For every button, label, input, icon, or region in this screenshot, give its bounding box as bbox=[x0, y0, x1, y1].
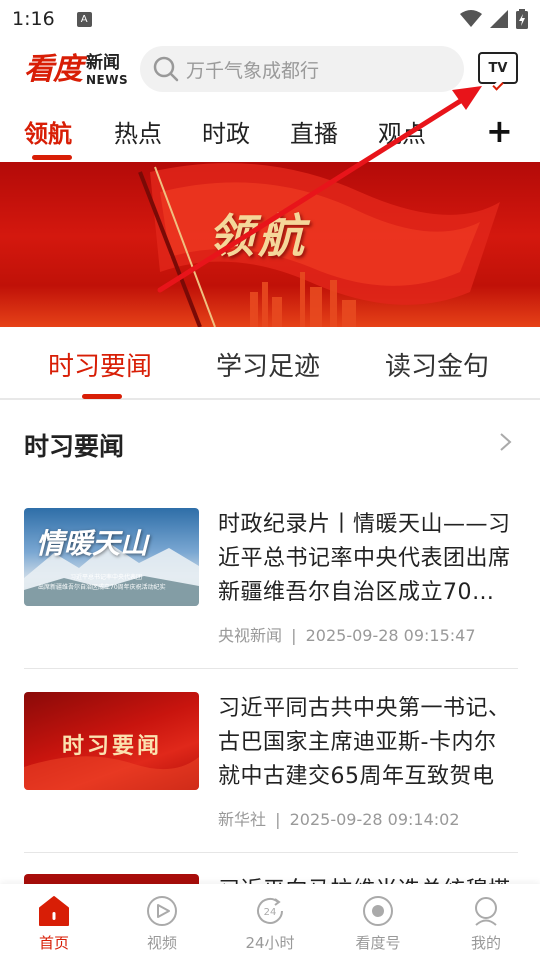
svg-text:24: 24 bbox=[264, 907, 277, 918]
search-icon bbox=[153, 56, 179, 82]
nav-label: 看度号 bbox=[355, 934, 401, 952]
logo-main-text: 看度 bbox=[24, 52, 83, 87]
sub-tab-shixi-yaowen[interactable]: 时习要闻 bbox=[48, 346, 152, 383]
channel-active-indicator bbox=[32, 155, 72, 160]
sub-tab-duxi-jinju[interactable]: 读习金句 bbox=[385, 346, 489, 383]
tab-fade bbox=[456, 108, 484, 160]
news-time: 2025-09-28 09:14:02 bbox=[289, 810, 460, 829]
thumb-title: 时习要闻 bbox=[62, 733, 163, 759]
sub-tab-active-indicator bbox=[82, 394, 122, 399]
section-title: 时习要闻 bbox=[24, 432, 125, 461]
home-icon bbox=[39, 896, 69, 926]
news-title: 时政纪录片丨情暖天山——习近平总书记率中央代表团出席新疆维吾尔自治区成立70… bbox=[218, 512, 511, 605]
nav-video[interactable]: 视频 bbox=[108, 884, 216, 960]
app-logo[interactable]: 看度 新闻 NEWS bbox=[24, 50, 132, 92]
nav-24h[interactable]: 24 24小时 bbox=[216, 884, 324, 960]
nav-label: 24小时 bbox=[245, 934, 295, 952]
tv-icon: TV bbox=[488, 60, 508, 76]
thumb-caption-1: 习近平总书记率中央代表团 bbox=[70, 574, 143, 581]
news-thumbnail: 情暖天山 习近平总书记率中央代表团 出席新疆维吾尔自治区成立70周年庆祝活动纪实 bbox=[24, 508, 199, 606]
profile-icon bbox=[475, 897, 497, 926]
video-icon bbox=[147, 896, 177, 926]
nav-home[interactable]: 首页 bbox=[0, 884, 108, 960]
status-bar: 1:16 A bbox=[0, 0, 540, 38]
app-header: 看度 新闻 NEWS 万千气象成都行 TV bbox=[0, 42, 540, 98]
wifi-icon bbox=[460, 10, 482, 27]
tv-notch-icon bbox=[492, 79, 504, 91]
meta-separator: | bbox=[275, 810, 281, 829]
channel-tab-redian[interactable]: 热点 bbox=[114, 114, 162, 149]
channel-tab-linghang[interactable]: 领航 bbox=[24, 114, 72, 149]
search-input[interactable]: 万千气象成都行 bbox=[140, 46, 464, 92]
notification-icon: A bbox=[76, 11, 92, 27]
channel-tabs: 领航 热点 时政 直播 观点 + bbox=[0, 108, 540, 160]
thumb-caption-2: 出席新疆维吾尔自治区成立70周年庆祝活动纪实 bbox=[38, 584, 166, 591]
kandu-icon bbox=[363, 896, 393, 926]
news-thumbnail: 时习要闻 bbox=[24, 692, 199, 790]
banner-title: 领航 bbox=[208, 209, 308, 263]
news-item[interactable]: 时习要闻 习近平同古共中央第一书记、古巴国家主席迪亚斯-卡内尔就中古建交65周年… bbox=[24, 692, 518, 832]
news-meta: 新华社 | 2025-09-28 09:14:02 bbox=[218, 806, 460, 830]
search-placeholder: 万千气象成都行 bbox=[186, 59, 320, 82]
channel-tab-zhibo[interactable]: 直播 bbox=[290, 114, 338, 149]
battery-icon bbox=[516, 9, 528, 29]
nav-label: 我的 bbox=[470, 934, 501, 952]
status-time: 1:16 bbox=[12, 8, 55, 30]
logo-news-text: NEWS bbox=[86, 73, 129, 87]
news-time: 2025-09-28 09:15:47 bbox=[305, 626, 476, 645]
sub-tab-xuexi-zuji[interactable]: 学习足迹 bbox=[216, 346, 320, 383]
meta-separator: | bbox=[291, 626, 297, 645]
divider bbox=[24, 668, 518, 669]
24h-icon: 24 bbox=[257, 897, 283, 924]
nav-label: 视频 bbox=[146, 934, 177, 952]
banner[interactable]: 领航 bbox=[0, 162, 540, 327]
bottom-nav: 首页 视频 24 24小时 看度号 我的 bbox=[0, 884, 540, 960]
channel-tab-shizheng[interactable]: 时政 bbox=[202, 114, 250, 149]
signal-icon bbox=[490, 10, 508, 28]
tv-button[interactable]: TV bbox=[478, 52, 518, 91]
nav-profile[interactable]: 我的 bbox=[432, 884, 540, 960]
news-title: 习近平同古共中央第一书记、古巴国家主席迪亚斯-卡内尔就中古建交65周年互致贺电 bbox=[218, 696, 511, 789]
news-meta: 央视新闻 | 2025-09-28 09:15:47 bbox=[218, 622, 476, 646]
divider bbox=[24, 852, 518, 853]
news-source: 央视新闻 bbox=[218, 626, 283, 645]
channel-tab-guandian[interactable]: 观点 bbox=[378, 114, 426, 149]
chevron-right-icon[interactable] bbox=[496, 428, 516, 456]
nav-label: 首页 bbox=[38, 934, 69, 952]
status-icons bbox=[460, 9, 528, 29]
thumb-title: 情暖天山 bbox=[36, 527, 149, 560]
add-channel-button[interactable]: + bbox=[486, 112, 513, 150]
logo-sub-text: 新闻 bbox=[86, 53, 120, 73]
nav-kandu[interactable]: 看度号 bbox=[324, 884, 432, 960]
news-source: 新华社 bbox=[218, 810, 267, 829]
sub-tabs: 时习要闻 学习足迹 读习金句 bbox=[0, 330, 540, 400]
news-item[interactable]: 情暖天山 习近平总书记率中央代表团 出席新疆维吾尔自治区成立70周年庆祝活动纪实… bbox=[24, 508, 518, 648]
